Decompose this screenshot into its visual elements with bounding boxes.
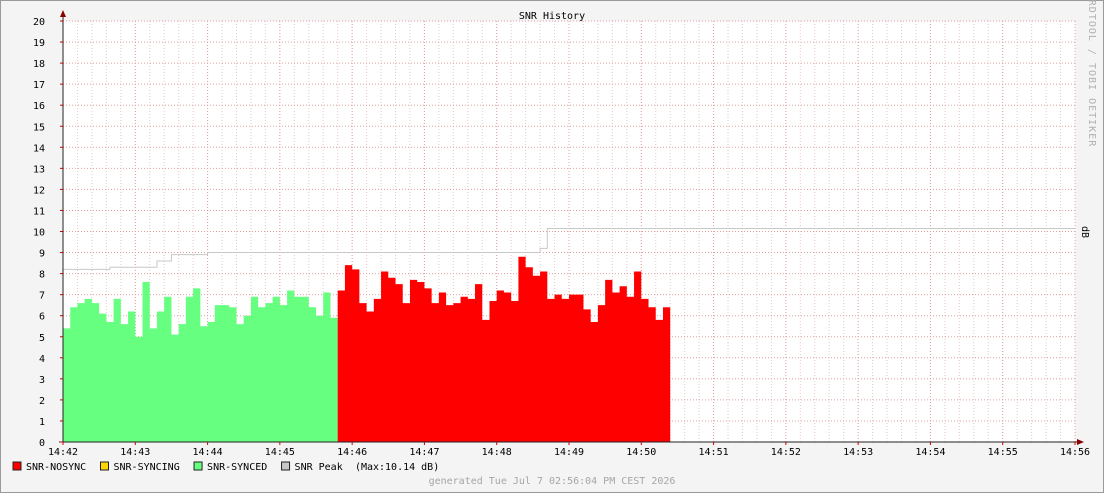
y-tick-label: 1	[39, 417, 45, 428]
y-tick-label: 2	[39, 396, 45, 407]
chart-title: SNR History	[519, 11, 585, 22]
y-tick-label: 9	[39, 249, 45, 260]
y-tick-label: 10	[33, 228, 45, 239]
legend-swatch	[281, 461, 291, 471]
y-tick-label: 18	[33, 59, 45, 70]
watermark: RRDTOOL / TOBI OETIKER	[1086, 0, 1097, 147]
snr-history-chart: SNR History RRDTOOL / TOBI OETIKER dB ge…	[12, 0, 1097, 487]
legend-label: SNR-SYNCED	[207, 462, 267, 473]
x-tick-label: 14:47	[409, 447, 439, 458]
y-tick-label: 14	[33, 143, 45, 154]
legend-swatch	[100, 461, 109, 471]
y-tick-label: 17	[33, 80, 45, 91]
footer-generated: generated Tue Jul 7 02:56:04 PM CEST 202…	[429, 476, 676, 487]
x-tick-label: 14:52	[771, 447, 801, 458]
y-tick-label: 13	[33, 164, 45, 175]
y-tick-label: 12	[33, 185, 45, 196]
x-tick-label: 14:55	[988, 447, 1018, 458]
x-tick-label: 14:53	[843, 447, 873, 458]
legend-label: SNR-SYNCING	[114, 462, 180, 473]
y-tick-label: 20	[33, 17, 45, 28]
x-tick-label: 14:43	[120, 447, 150, 458]
y-tick-label: 3	[39, 375, 45, 386]
x-tick-label: 14:45	[265, 447, 295, 458]
y-tick-label: 4	[39, 354, 45, 365]
x-tick-label: 14:42	[48, 447, 78, 458]
peak-max-label: (Max:10.14 dB)	[355, 462, 439, 473]
y-tick-label: 11	[33, 206, 45, 217]
x-tick-label: 14:44	[193, 447, 223, 458]
y-tick-label: 19	[33, 38, 45, 49]
y-tick-label: 15	[33, 122, 45, 133]
y-tick-label: 6	[39, 312, 45, 323]
x-tick-label: 14:54	[915, 447, 945, 458]
x-axis-arrow	[1077, 439, 1084, 445]
y-tick-label: 0	[39, 438, 45, 449]
y-tick-label: 8	[39, 270, 45, 281]
x-tick-label: 14:46	[337, 447, 367, 458]
x-tick-label: 14:50	[626, 447, 656, 458]
y-axis-arrow	[60, 10, 66, 17]
y-tick-label: 16	[33, 101, 45, 112]
legend-label: SNR Peak	[295, 462, 343, 473]
x-tick-label: 14:51	[699, 447, 729, 458]
legend-label: SNR-NOSYNC	[26, 462, 86, 473]
legend-swatch	[12, 461, 22, 471]
y-tick-label: 5	[39, 333, 45, 344]
x-tick-label: 14:48	[482, 447, 512, 458]
y-tick-label: 7	[39, 291, 45, 302]
y-axis-label: dB	[1079, 226, 1090, 238]
x-tick-label: 14:49	[554, 447, 584, 458]
x-tick-label: 14:56	[1060, 447, 1090, 458]
legend-swatch	[193, 461, 203, 471]
